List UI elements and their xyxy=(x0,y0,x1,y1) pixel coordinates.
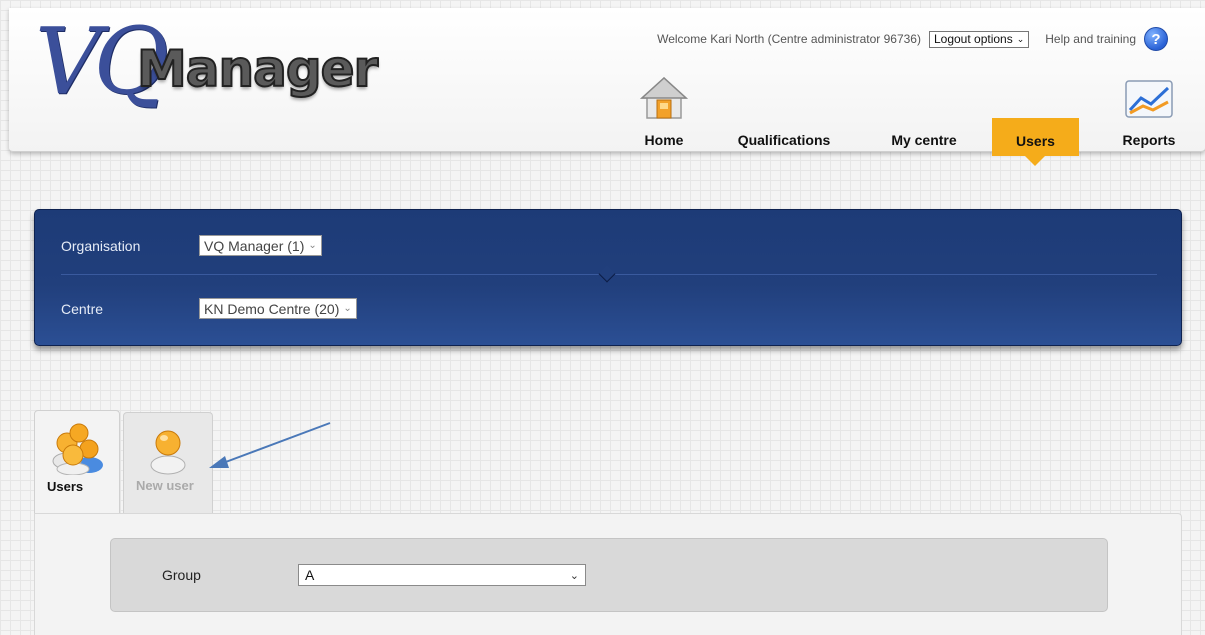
nav-qualifications[interactable]: Qualifications xyxy=(729,68,839,160)
help-training-link[interactable]: Help and training xyxy=(1045,32,1136,46)
app-header: VQ Manager Welcome Kari North (Centre ad… xyxy=(9,8,1205,166)
group-select[interactable]: A ⌄ xyxy=(298,564,586,586)
organisation-value: VQ Manager (1) xyxy=(204,237,305,254)
nav-home[interactable]: Home xyxy=(634,68,694,160)
new-user-icon xyxy=(150,430,186,475)
chevron-down-icon: ⌄ xyxy=(1016,33,1025,44)
logout-options-select[interactable]: Logout options ⌄ xyxy=(928,30,1030,48)
tab-new-user-label: New user xyxy=(136,478,194,493)
group-label: Group xyxy=(162,567,201,583)
help-icon[interactable]: ? xyxy=(1144,27,1168,51)
group-filter-box: Group A ⌄ xyxy=(110,538,1108,612)
nav-reports[interactable]: Reports xyxy=(1109,68,1189,160)
centre-label: Centre xyxy=(61,300,104,317)
vq-manager-logo[interactable]: VQ Manager xyxy=(27,8,387,124)
centre-select[interactable]: KN Demo Centre (20) ⌄ xyxy=(199,298,357,319)
nav-qualifications-label: Qualifications xyxy=(737,132,831,148)
organisation-label: Organisation xyxy=(61,237,141,254)
organisation-selector-panel: Organisation VQ Manager (1) ⌄ Centre KN … xyxy=(34,209,1182,346)
nav-users-label: Users xyxy=(1016,133,1055,149)
logo-manager: Manager xyxy=(136,39,379,99)
nav-my-centre[interactable]: My centre xyxy=(879,68,969,160)
tab-new-user[interactable]: New user xyxy=(123,412,213,513)
logout-options-label: Logout options xyxy=(933,32,1013,46)
home-icon xyxy=(640,76,688,119)
divider-notch xyxy=(598,265,616,283)
chevron-down-icon: ⌄ xyxy=(569,569,579,582)
users-group-icon xyxy=(52,423,103,475)
annotation-arrow xyxy=(209,422,331,468)
group-value: A xyxy=(305,567,315,583)
nav-my-centre-label: My centre xyxy=(891,132,957,148)
centre-value: KN Demo Centre (20) xyxy=(204,300,340,317)
centre-row: Centre KN Demo Centre (20) ⌄ xyxy=(61,298,357,319)
welcome-text: Welcome Kari North (Centre administrator… xyxy=(657,32,921,46)
organisation-row: Organisation VQ Manager (1) ⌄ xyxy=(61,235,322,256)
reports-icon xyxy=(1125,80,1173,118)
nav-reports-label: Reports xyxy=(1122,132,1176,148)
chevron-down-icon: ⌄ xyxy=(308,240,317,251)
organisation-select[interactable]: VQ Manager (1) ⌄ xyxy=(199,235,322,256)
main-nav: Home Qualifications My centre Users Repo… xyxy=(614,68,1205,166)
tab-users-label: Users xyxy=(47,479,84,494)
top-bar: Welcome Kari North (Centre administrator… xyxy=(657,26,1168,52)
chevron-down-icon: ⌄ xyxy=(343,303,352,314)
tab-users[interactable]: Users xyxy=(34,410,120,514)
nav-home-label: Home xyxy=(644,132,684,148)
nav-users[interactable]: Users xyxy=(992,118,1079,166)
users-content-panel: Group A ⌄ xyxy=(34,513,1182,635)
